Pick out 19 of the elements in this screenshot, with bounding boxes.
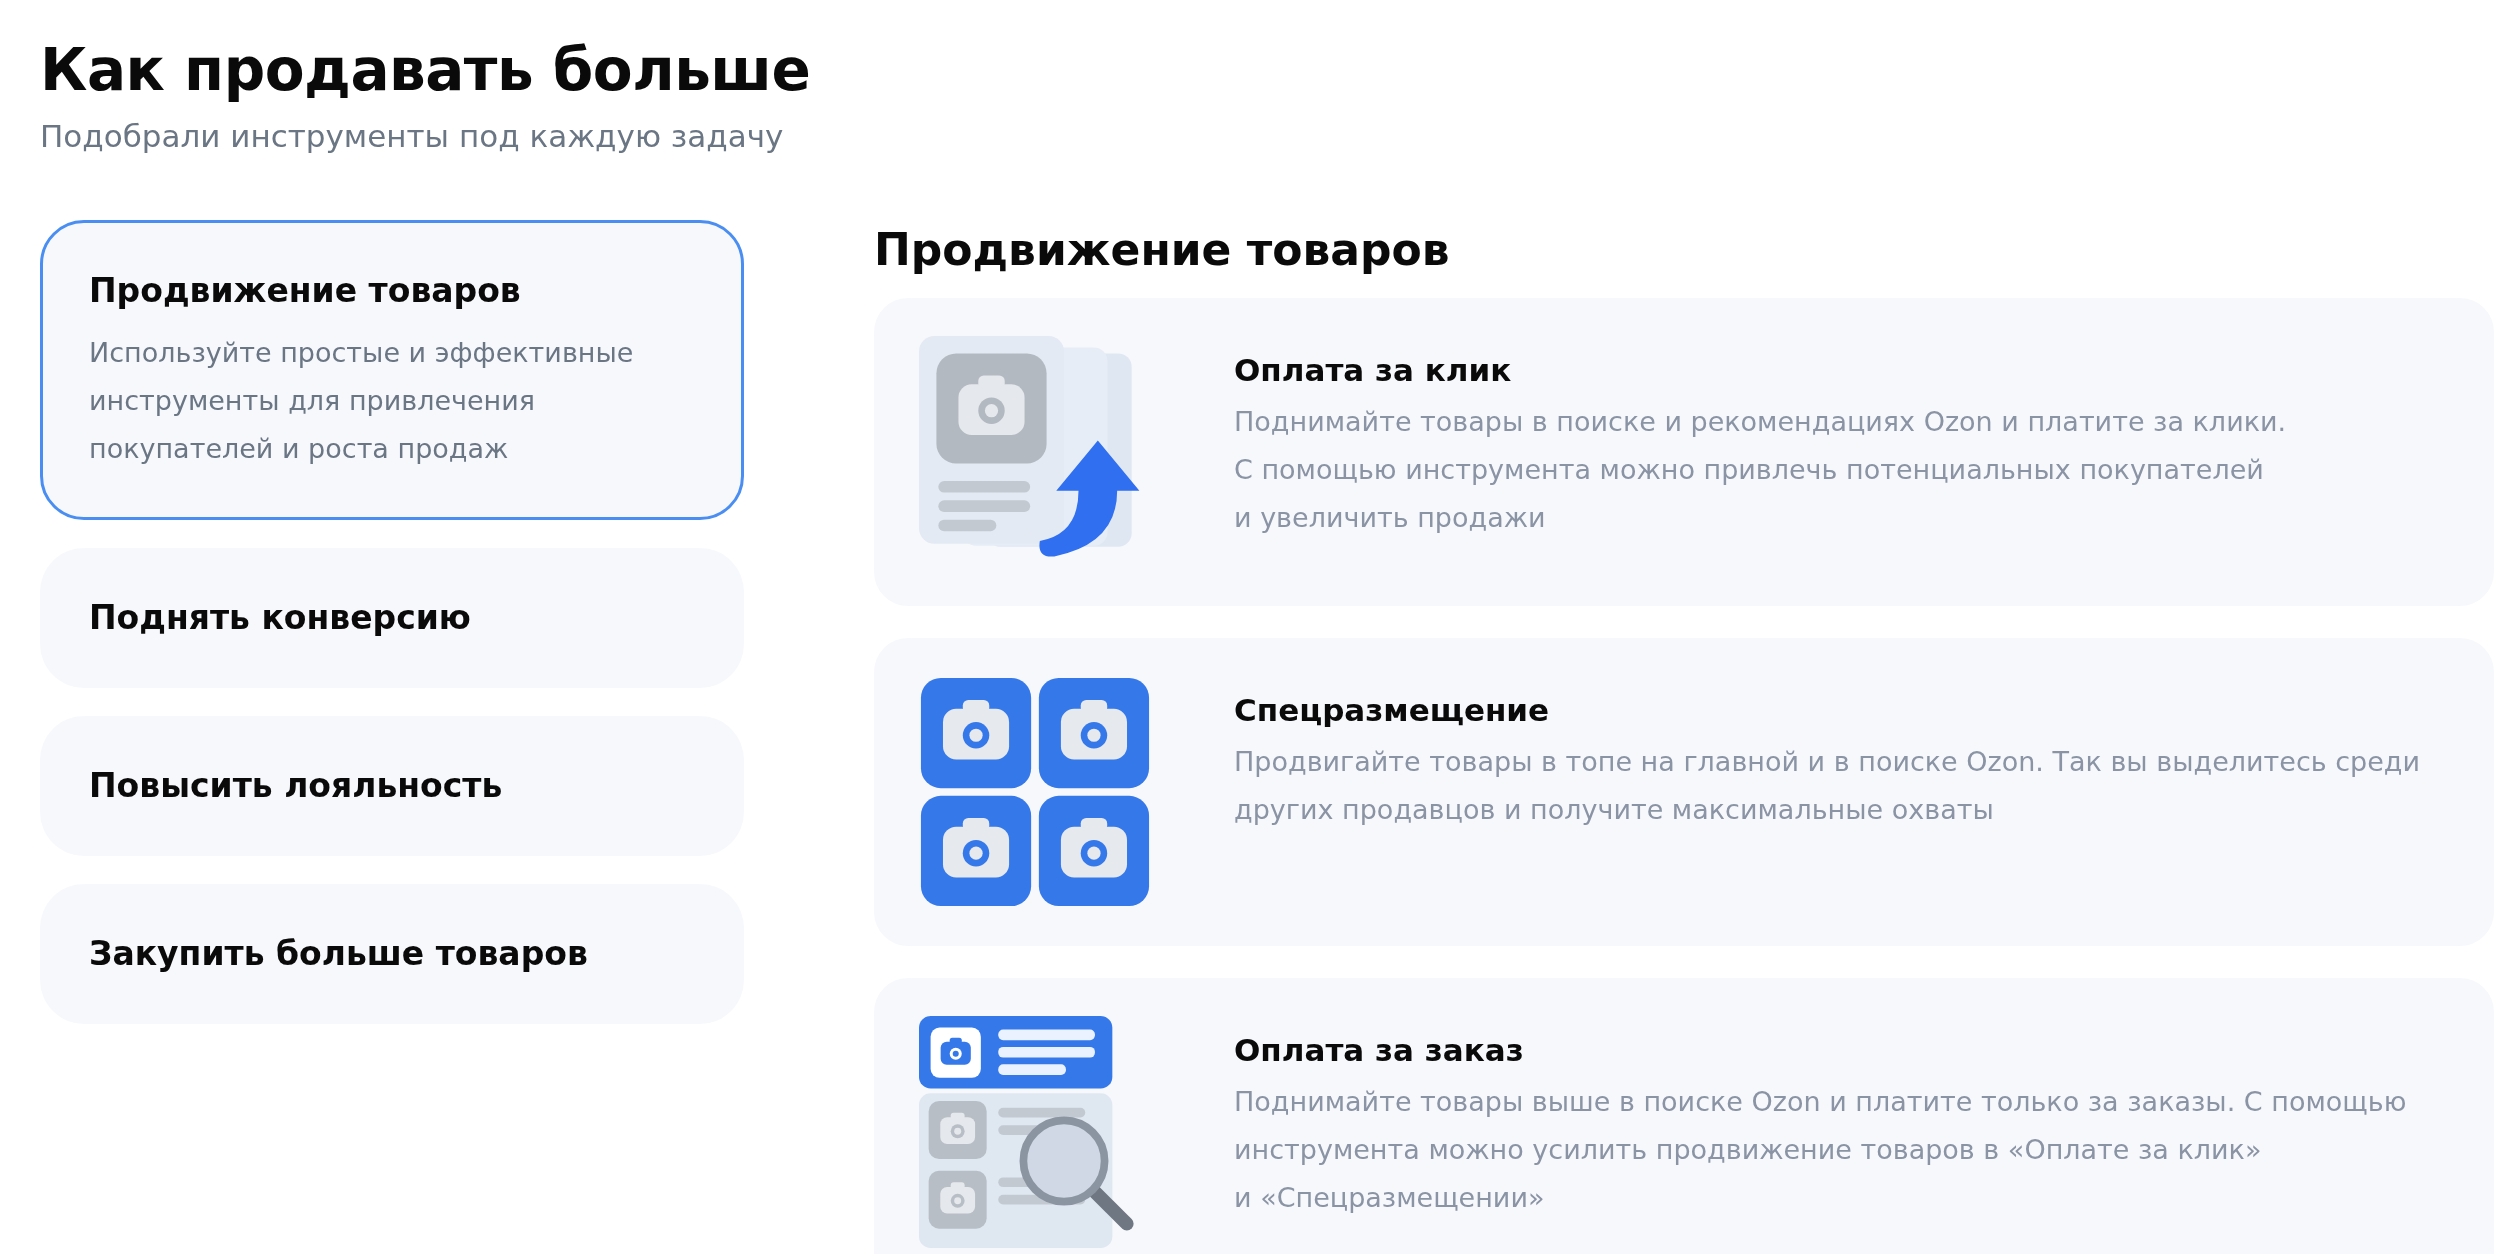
category-title: Повысить лояльность xyxy=(89,765,503,807)
tool-title: Спецразмещение xyxy=(1234,691,1551,730)
tool-title: Оплата за заказ xyxy=(1234,1031,1525,1070)
category-card[interactable]: Повысить лояльность xyxy=(40,716,744,856)
category-description: Используйте простые и эффективные инструменты для привлечения покупателей и роста продаж xyxy=(89,336,634,466)
tool-description: Поднимайте товары выше в поиске Ozon и платите только за заказы. С помощью инструмента можно усилить продвижение товаров в «Оплате за клик» и «Спецразмещении» xyxy=(1234,1085,2407,1215)
category-card[interactable]: Поднять конверсию xyxy=(40,548,744,688)
category-title: Поднять конверсию xyxy=(89,597,471,639)
section-title: Продвижение товаров xyxy=(874,223,1450,277)
camera-grid-icon xyxy=(919,676,1151,908)
tool-description: Продвигайте товары в топе на главной и в поиске Ozon. Так вы выделитесь среди других продавцов и получите максимальные охваты xyxy=(1234,745,2421,827)
category-card[interactable]: Закупить больше товаров xyxy=(40,884,744,1024)
page-subtitle: Подобрали инструменты под каждую задачу xyxy=(40,117,785,156)
category-card[interactable]: Продвижение товаров Используйте простые и эффективные инструменты для привлечения покупателей и роста продаж xyxy=(40,220,744,520)
category-title: Продвижение товаров xyxy=(89,270,521,312)
tool-description: Поднимайте товары в поиске и рекомендациях Ozon и платите за клики. С помощью инструмента можно привлечь потенциальных покупателей и увеличить продажи xyxy=(1234,405,2287,535)
page-title: Как продавать больше xyxy=(40,35,812,106)
tool-title: Оплата за клик xyxy=(1234,351,1513,390)
category-title: Закупить больше товаров xyxy=(89,933,588,975)
